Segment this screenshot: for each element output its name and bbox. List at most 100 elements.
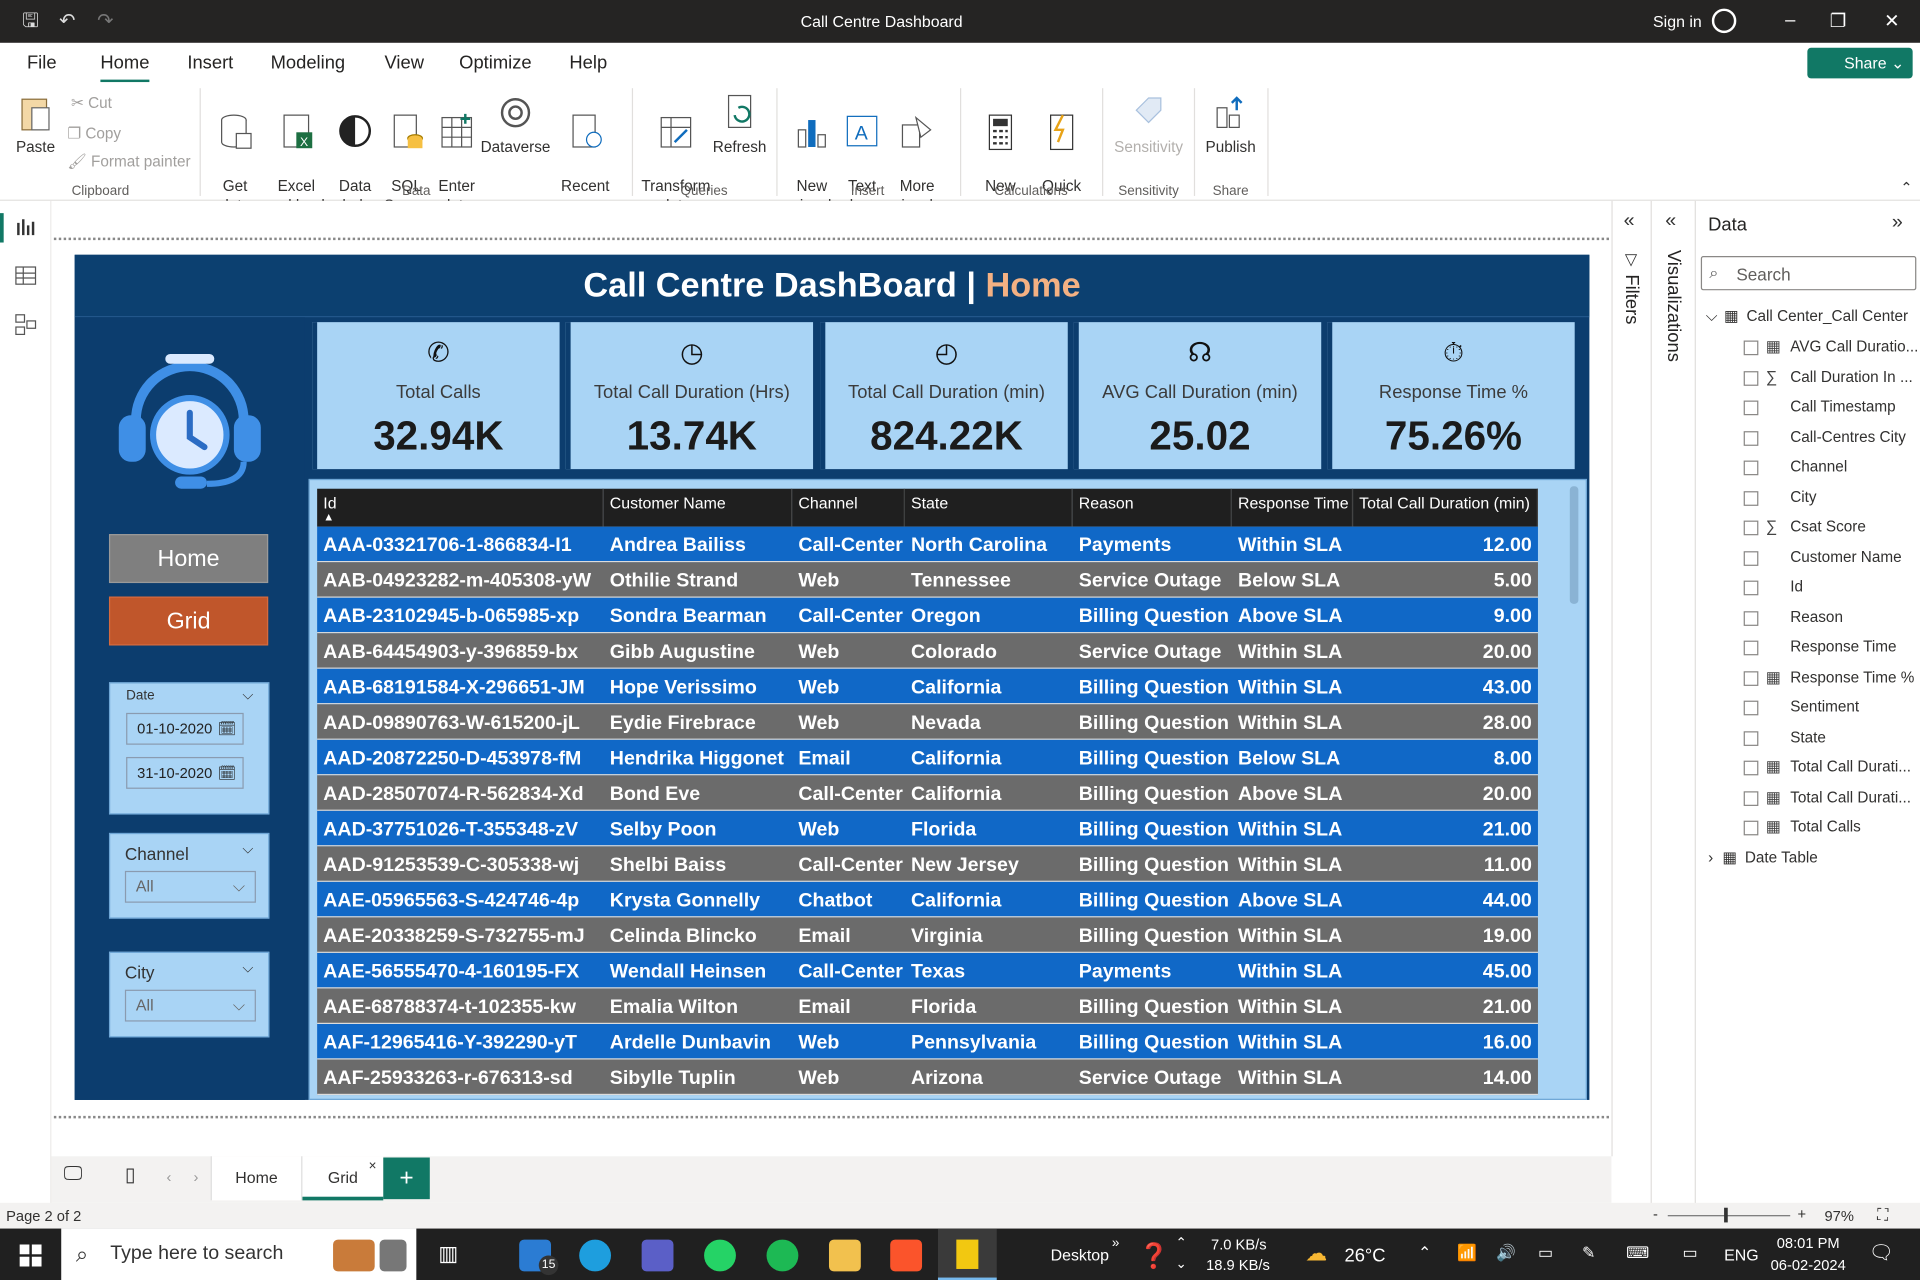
paste-button[interactable]: Paste xyxy=(12,93,59,157)
table-row[interactable]: AAD-37751026-T-355348-zV Selby Poon Web Flo… xyxy=(317,810,1538,847)
close-icon[interactable]: ✕ xyxy=(1873,10,1910,32)
file-explorer-icon[interactable] xyxy=(828,1239,861,1272)
field-search-input[interactable]: ⌕ Search xyxy=(1700,255,1917,291)
column-header-id[interactable]: Id ▲ xyxy=(317,488,604,527)
column-header-channel[interactable]: Channel xyxy=(792,488,905,527)
chevron-right-icon[interactable]: › xyxy=(1708,849,1713,866)
field-checkbox[interactable] xyxy=(1743,370,1759,386)
field-checkbox[interactable] xyxy=(1743,460,1759,476)
field-checkbox[interactable] xyxy=(1743,520,1759,536)
date-from-input[interactable]: 01-10-2020 🗓 xyxy=(126,712,244,745)
table-row[interactable]: AAF-25933263-r-676313-sd Sibylle Tuplin We… xyxy=(317,1059,1538,1096)
desktop-layout-icon[interactable]: 🖵 xyxy=(64,1164,83,1186)
account-icon[interactable] xyxy=(1711,8,1737,34)
field-checkbox[interactable] xyxy=(1743,790,1759,806)
field-checkbox[interactable] xyxy=(1743,580,1759,596)
share-button[interactable]: Share ⌄ xyxy=(1807,47,1913,79)
field-checkbox[interactable] xyxy=(1743,820,1759,836)
collapse-data-pane-icon[interactable]: » xyxy=(1892,212,1903,234)
visualizations-label[interactable]: Visualizations xyxy=(1663,250,1684,362)
chevron-down-icon[interactable]: ⌵ xyxy=(1706,307,1718,324)
power-bi-taskbar-button[interactable] xyxy=(937,1228,997,1280)
whatsapp-icon[interactable] xyxy=(704,1239,736,1272)
field-checkbox[interactable] xyxy=(1743,610,1759,626)
notifications-icon[interactable]: 🗨 xyxy=(1869,1241,1894,1265)
collapse-filters-icon[interactable]: « xyxy=(1624,211,1635,233)
menu-optimize[interactable]: Optimize xyxy=(459,53,531,74)
calendar-icon[interactable]: 🗓 xyxy=(218,714,237,743)
field-checkbox[interactable] xyxy=(1743,670,1759,686)
publish-button[interactable]: Publish xyxy=(1202,93,1258,157)
keyboard-icon[interactable]: ⌨ xyxy=(1626,1243,1649,1263)
zoom-slider-thumb[interactable] xyxy=(1724,1207,1728,1223)
table-row[interactable]: AAD-09890763-W-615200-jL Eydie Firebrace W… xyxy=(317,704,1538,740)
table-row[interactable]: AAE-05965563-S-424746-4p Krysta Gonnelly C… xyxy=(317,881,1538,918)
table-row[interactable]: AAA-03321706-1-866834-I1 Andrea Bailiss Ca… xyxy=(317,526,1538,563)
windows-start-icon[interactable] xyxy=(19,1244,42,1267)
zoom-in-icon[interactable]: + xyxy=(1798,1205,1807,1222)
sign-in-link[interactable]: Sign in xyxy=(1653,12,1702,30)
network-icon[interactable]: 📶 xyxy=(1457,1243,1477,1263)
table-row[interactable]: AAB-23102945-b-065985-xp Sondra Bearman Ca… xyxy=(317,597,1538,634)
show-hidden-icons[interactable]: ⌃ xyxy=(1418,1243,1431,1263)
table-row[interactable]: AAE-68788374-t-102355-kw Emalia Wilton Ema… xyxy=(317,988,1538,1024)
table-row[interactable]: AAD-91253539-C-305338-wj Shelbi Baiss Call… xyxy=(317,846,1538,882)
pen-icon[interactable]: ✎ xyxy=(1582,1243,1595,1263)
expand-visualizations-icon[interactable]: « xyxy=(1665,211,1676,233)
city-dropdown[interactable]: All ⌵ xyxy=(124,989,256,1022)
home-page-button[interactable]: Home xyxy=(108,534,269,584)
field-checkbox[interactable] xyxy=(1743,760,1759,776)
table-row[interactable]: AAB-04923282-m-405308-yW Othilie Strand We… xyxy=(317,562,1538,598)
field-checkbox[interactable] xyxy=(1743,340,1759,356)
dataverse-button[interactable]: Dataverse xyxy=(480,93,551,157)
language-indicator[interactable]: ENG xyxy=(1724,1246,1758,1264)
chevron-down-icon[interactable]: ⌵ xyxy=(242,686,253,704)
channel-dropdown[interactable]: All ⌵ xyxy=(124,870,256,903)
clock-time[interactable]: 08:01 PM xyxy=(1777,1235,1840,1252)
table-node-date-table[interactable]: › ▦ Date Table xyxy=(1708,848,1818,866)
menu-view[interactable]: View xyxy=(384,53,423,74)
weather-icon[interactable]: ☁ xyxy=(1305,1241,1327,1267)
field-checkbox[interactable] xyxy=(1743,700,1759,716)
restore-icon[interactable]: ❐ xyxy=(1820,10,1857,32)
menu-help[interactable]: Help xyxy=(569,53,607,74)
table-row[interactable]: AAE-56555470-4-160195-FX Wendall Heinsen C… xyxy=(317,952,1538,989)
column-header-reason[interactable]: Reason xyxy=(1072,488,1232,527)
menu-file[interactable]: File xyxy=(27,53,57,74)
brave-icon[interactable] xyxy=(890,1239,923,1272)
fit-to-page-icon[interactable]: ⛶ xyxy=(1877,1205,1888,1225)
chevron-icon[interactable]: » xyxy=(1112,1236,1120,1251)
prev-page-icon[interactable]: ‹ xyxy=(167,1169,172,1186)
display-icon[interactable]: ▭ xyxy=(1682,1243,1697,1263)
field-checkbox[interactable] xyxy=(1743,430,1759,446)
column-header-customer-name[interactable]: Customer Name xyxy=(603,488,793,527)
chevron-down-icon[interactable]: ⌵ xyxy=(242,840,253,858)
search-highlight-icon[interactable] xyxy=(333,1239,375,1272)
next-page-icon[interactable]: › xyxy=(193,1169,198,1186)
table-row[interactable]: AAF-12965416-Y-392290-yT Ardelle Dunbavin… xyxy=(317,1023,1538,1060)
menu-modeling[interactable]: Modeling xyxy=(271,53,346,74)
menu-home[interactable]: Home xyxy=(100,53,149,74)
task-view-icon[interactable]: ▥ xyxy=(438,1242,458,1266)
page-tab-home[interactable]: Home xyxy=(210,1156,303,1201)
grid-page-button[interactable]: Grid xyxy=(108,596,269,646)
edge-icon[interactable] xyxy=(579,1239,612,1272)
spotify-icon[interactable] xyxy=(766,1239,799,1272)
desktop-toolbar[interactable]: Desktop xyxy=(1051,1246,1109,1264)
close-tab-icon[interactable]: × xyxy=(369,1159,377,1174)
battery-icon[interactable]: ▭ xyxy=(1538,1243,1553,1263)
table-row[interactable]: AAE-20338259-S-732755-mJ Celinda Blincko E… xyxy=(317,917,1538,953)
field-checkbox[interactable] xyxy=(1743,640,1759,656)
field-checkbox[interactable] xyxy=(1743,490,1759,506)
table-row[interactable]: AAD-20872250-D-453978-fM Hendrika Higgone… xyxy=(317,739,1538,776)
copy-button[interactable]: ❐ Copy xyxy=(67,124,121,142)
temperature[interactable]: 26°C xyxy=(1344,1246,1385,1267)
column-header-response-time[interactable]: Response Time xyxy=(1231,488,1354,527)
zoom-out-icon[interactable]: - xyxy=(1653,1205,1658,1222)
collapse-ribbon-icon[interactable]: ⌃ xyxy=(1900,179,1912,196)
clock-date[interactable]: 06-02-2024 xyxy=(1771,1257,1846,1274)
volume-icon[interactable]: 🔊 xyxy=(1496,1243,1516,1263)
model-view-icon[interactable] xyxy=(15,314,37,336)
table-row[interactable]: AAB-68191584-X-296651-JM Hope Verissimo We… xyxy=(317,668,1538,705)
cut-button[interactable]: ✂ Cut xyxy=(71,93,112,111)
